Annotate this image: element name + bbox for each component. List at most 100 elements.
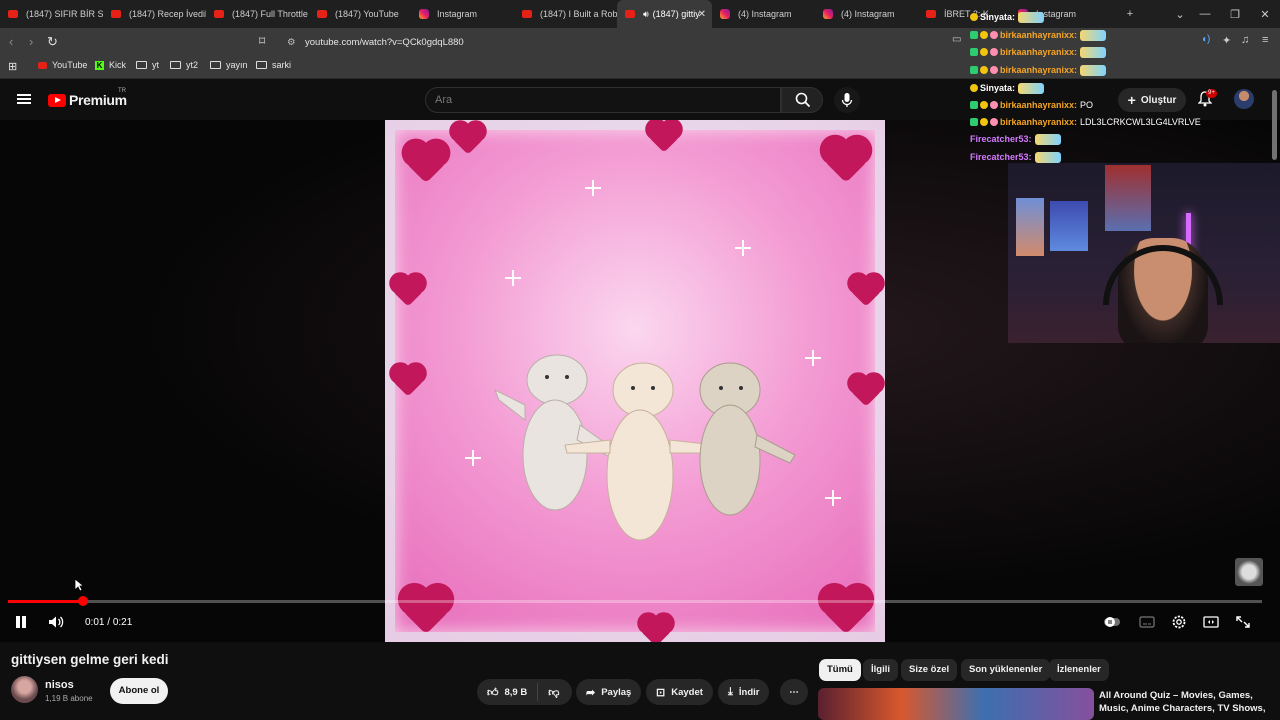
chat-emote-icon bbox=[1018, 11, 1045, 23]
volume-icon[interactable] bbox=[48, 615, 64, 629]
subscribe-button[interactable]: Abone ol bbox=[110, 678, 168, 704]
chat-badge-icon bbox=[970, 31, 978, 39]
chat-username: Firecatcher53: bbox=[970, 152, 1032, 162]
chat-username: birkaanhayranixx: bbox=[1000, 117, 1078, 127]
chat-badge-icon bbox=[980, 48, 988, 56]
like-count: 8,9 B bbox=[504, 686, 528, 698]
tab-label: (1847) I Built a Rob bbox=[540, 9, 617, 19]
recommended-video-thumbnail[interactable] bbox=[818, 688, 1094, 720]
subscriber-count: 1,19 B abone bbox=[45, 694, 93, 703]
chat-username: Firecatcher53: bbox=[970, 134, 1032, 144]
instagram-favicon-icon bbox=[419, 9, 429, 19]
tab-label: (1847) gittiy bbox=[652, 9, 700, 19]
browser-tab[interactable]: Instagram bbox=[411, 0, 514, 28]
site-info-icon[interactable]: ⚙ bbox=[287, 34, 296, 51]
hamburger-menu-icon[interactable] bbox=[17, 94, 31, 104]
youtube-favicon-icon bbox=[214, 10, 224, 18]
youtube-favicon-icon bbox=[926, 10, 936, 18]
dislike-button[interactable]: 👎︎ bbox=[538, 686, 569, 699]
sparkle-decoration bbox=[825, 490, 841, 506]
chat-badge-icon bbox=[980, 118, 988, 126]
time-display: 0:01 / 0:21 bbox=[85, 617, 132, 628]
channel-avatar[interactable] bbox=[11, 676, 38, 703]
browser-tab[interactable]: (4) Instagram bbox=[815, 0, 918, 28]
save-button[interactable]: ⊡ Kaydet bbox=[646, 679, 713, 705]
bookmark-label: yayın bbox=[226, 60, 248, 70]
cast-icon[interactable]: ▭ bbox=[952, 34, 961, 45]
bookmark-item[interactable]: yt bbox=[136, 60, 159, 70]
tab-label: (1847) SIFIR BİR SE bbox=[26, 9, 103, 19]
filter-chip[interactable]: Son yüklenenler bbox=[961, 659, 1051, 681]
heart-decoration bbox=[850, 275, 882, 307]
chat-message: birkaanhayranixx: bbox=[970, 28, 1107, 42]
logo-text: Premium bbox=[69, 92, 127, 108]
autoplay-toggle-icon[interactable] bbox=[1103, 614, 1121, 630]
bookmark-item[interactable]: YouTube bbox=[38, 60, 87, 70]
save-label: Kaydet bbox=[671, 686, 703, 698]
recommended-video-title[interactable]: All Around Quiz – Movies, Games, Music, … bbox=[1099, 689, 1275, 715]
theater-mode-icon[interactable] bbox=[1202, 614, 1220, 630]
browser-tab[interactable]: 🔊︎ (1847) gittiy ✕ bbox=[617, 0, 712, 28]
corner-thumbnail[interactable] bbox=[1235, 558, 1263, 586]
tab-audio-icon[interactable]: 🔊︎ bbox=[643, 9, 649, 20]
chat-badge-icon bbox=[970, 84, 978, 92]
folder-icon bbox=[210, 61, 221, 69]
voice-search-button[interactable] bbox=[834, 87, 860, 113]
more-actions-button[interactable]: ⋯ bbox=[780, 679, 808, 705]
chat-message: Firecatcher53: bbox=[970, 150, 1061, 164]
reload-icon[interactable]: ↻ bbox=[47, 34, 58, 50]
video-progress-bar[interactable] bbox=[8, 596, 1262, 606]
chat-message: Sinyata: bbox=[970, 10, 1045, 24]
forward-icon[interactable]: › bbox=[29, 34, 33, 49]
youtube-premium-logo[interactable]: Premium bbox=[48, 92, 127, 108]
heart-decoration bbox=[452, 123, 484, 155]
save-icon: ⊡ bbox=[656, 686, 666, 699]
browser-tab[interactable]: (1847) Full Throttle bbox=[206, 0, 309, 28]
download-button[interactable]: ⤓ İndir bbox=[718, 679, 770, 705]
bookmark-item[interactable]: sarki bbox=[256, 60, 291, 70]
filter-chip[interactable]: Tümü bbox=[819, 659, 861, 681]
bookmark-icon[interactable]: ⌑ bbox=[259, 34, 265, 48]
channel-name[interactable]: nisos bbox=[45, 679, 74, 691]
bookmark-label: sarki bbox=[272, 60, 292, 70]
bookmark-item[interactable]: K Kick bbox=[95, 60, 126, 70]
pause-button[interactable] bbox=[14, 615, 28, 629]
video-frame[interactable] bbox=[385, 120, 885, 642]
search-button[interactable] bbox=[781, 87, 823, 113]
sparkle-decoration bbox=[585, 180, 601, 196]
bookmark-item[interactable]: yt2 bbox=[170, 60, 198, 70]
settings-gear-icon[interactable] bbox=[1170, 614, 1188, 630]
chat-message: Sinyata: bbox=[970, 81, 1045, 95]
youtube-favicon-icon bbox=[111, 10, 121, 18]
heart-decoration bbox=[640, 615, 672, 642]
apps-icon[interactable]: ⊞ bbox=[8, 60, 17, 73]
share-button[interactable]: ➦ Paylaş bbox=[576, 679, 642, 705]
filter-chip[interactable]: İlgili bbox=[863, 659, 898, 681]
folder-icon bbox=[136, 61, 147, 69]
like-button[interactable]: 👍︎ 8,9 B bbox=[477, 683, 539, 701]
close-tab-icon[interactable]: ✕ bbox=[698, 9, 706, 20]
back-icon[interactable]: ‹ bbox=[9, 34, 13, 49]
subtitles-icon[interactable] bbox=[1138, 614, 1156, 630]
browser-tab[interactable]: (1847) I Built a Rob bbox=[514, 0, 617, 28]
url-field[interactable]: ⚙ youtube.com/watch?v=QCk0gdqL880 bbox=[283, 34, 963, 51]
chat-message: birkaanhayranixx: PO bbox=[970, 98, 1093, 112]
browser-tab[interactable]: (1847) SIFIR BİR SE bbox=[0, 0, 103, 28]
chat-message: birkaanhayranixx: LDL3LCRKCWL3LG4LVRLVE bbox=[970, 115, 1201, 129]
search-input[interactable]: Ara bbox=[425, 87, 781, 113]
page-scrollbar[interactable] bbox=[1272, 90, 1277, 160]
browser-tab[interactable]: (1847) YouTube bbox=[309, 0, 412, 28]
chat-badge-icon bbox=[990, 101, 998, 109]
heart-decoration bbox=[405, 142, 447, 184]
heart-decoration bbox=[392, 275, 424, 307]
fullscreen-icon[interactable] bbox=[1234, 614, 1252, 630]
chat-username: birkaanhayranixx: bbox=[1000, 30, 1078, 40]
browser-tab[interactable]: (1847) Recep İvedik bbox=[103, 0, 206, 28]
chat-emote-icon bbox=[1080, 29, 1107, 41]
filter-chip[interactable]: İzlenenler bbox=[1049, 659, 1109, 681]
bookmark-item[interactable]: yayın bbox=[210, 60, 248, 70]
download-icon: ⤓ bbox=[728, 685, 733, 698]
chat-badge-icon bbox=[980, 66, 988, 74]
browser-tab[interactable]: (4) Instagram bbox=[712, 0, 815, 28]
filter-chip[interactable]: Size özel bbox=[901, 659, 958, 681]
